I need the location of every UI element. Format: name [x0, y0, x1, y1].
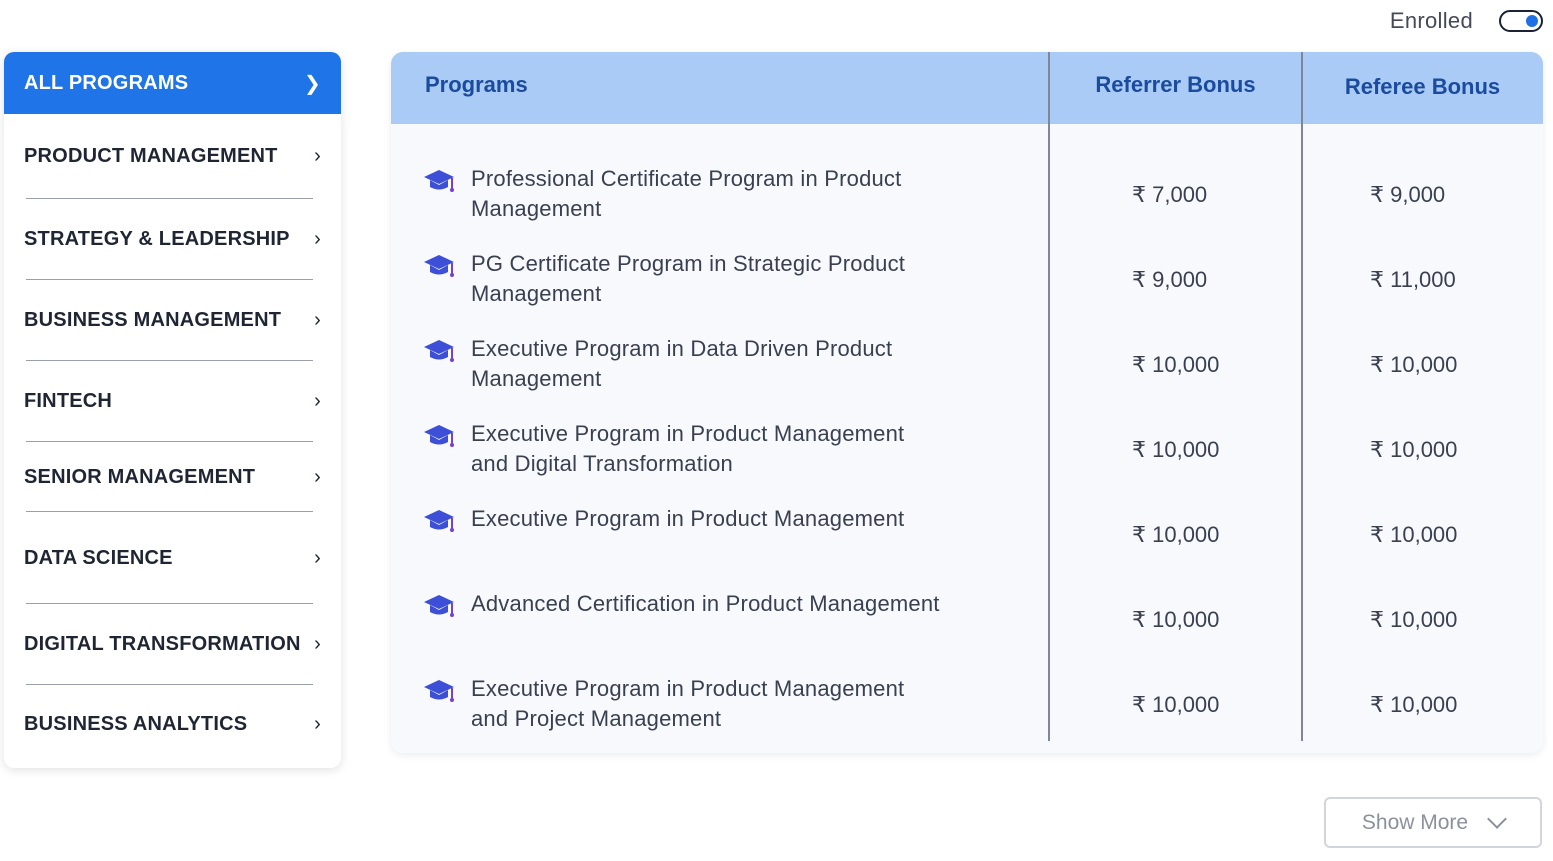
- chevron-down-icon: [1487, 808, 1508, 829]
- referee-bonus-value: ₹ 10,000: [1370, 522, 1458, 547]
- table-row: Executive Program in Product Management …: [391, 415, 1543, 500]
- chevron-right-icon: ›: [314, 228, 321, 250]
- referee-bonus-value: ₹ 10,000: [1370, 607, 1458, 632]
- table-row: Executive Program in Product Management …: [391, 670, 1543, 753]
- sidebar-item-digital-transformation[interactable]: DIGITAL TRANSFORMATION ›: [4, 604, 341, 685]
- program-name: Executive Program in Data Driven Product…: [471, 336, 893, 391]
- graduation-cap-icon: [424, 510, 454, 532]
- enrolled-filter: Enrolled: [1390, 8, 1543, 34]
- graduation-cap-icon: [424, 340, 454, 362]
- referral-bonus-table: Programs Referrer Bonus Referee Bonus Pr…: [391, 52, 1543, 753]
- graduation-cap-icon: [424, 595, 454, 617]
- referrer-bonus-value: ₹ 7,000: [1132, 182, 1208, 207]
- referee-bonus-value: ₹ 11,000: [1370, 267, 1456, 292]
- referee-bonus-value: ₹ 10,000: [1370, 692, 1458, 717]
- enrolled-toggle[interactable]: [1499, 10, 1543, 32]
- table-row: Executive Program in Product Management …: [391, 500, 1543, 585]
- sidebar-item-business-management[interactable]: BUSINESS MANAGEMENT ›: [4, 280, 341, 361]
- referee-bonus-value: ₹ 10,000: [1370, 437, 1458, 462]
- sidebar-item-label: STRATEGY & LEADERSHIP: [24, 228, 290, 250]
- program-name: PG Certificate Program in Strategic Prod…: [471, 251, 906, 306]
- table-row: Professional Certificate Program in Prod…: [391, 160, 1543, 245]
- program-name: Executive Program in Product Management …: [471, 676, 905, 731]
- referrer-bonus-value: ₹ 10,000: [1132, 692, 1220, 717]
- sidebar-item-label: PRODUCT MANAGEMENT: [24, 145, 278, 167]
- graduation-cap-icon: [424, 255, 454, 277]
- sidebar-item-label: BUSINESS MANAGEMENT: [24, 309, 282, 331]
- graduation-cap-icon: [424, 680, 454, 702]
- table-row: Executive Program in Data Driven Product…: [391, 330, 1543, 415]
- program-name: Professional Certificate Program in Prod…: [471, 166, 902, 221]
- chevron-right-icon: ❯: [304, 72, 321, 95]
- toggle-knob: [1526, 15, 1538, 27]
- sidebar-item-label: ALL PROGRAMS: [24, 71, 189, 94]
- graduation-cap-icon: [424, 170, 454, 192]
- chevron-right-icon: ›: [314, 390, 321, 412]
- chevron-right-icon: ›: [314, 546, 321, 569]
- program-category-sidebar: ALL PROGRAMS ❯ PRODUCT MANAGEMENT › STRA…: [4, 52, 341, 768]
- column-header-referrer-bonus: Referrer Bonus: [1095, 72, 1256, 97]
- referrer-bonus-value: ₹ 10,000: [1132, 352, 1220, 377]
- table-row: PG Certificate Program in Strategic Prod…: [391, 245, 1543, 330]
- graduation-cap-icon: [424, 425, 454, 447]
- referee-bonus-value: ₹ 10,000: [1370, 352, 1458, 377]
- table-body: Professional Certificate Program in Prod…: [391, 160, 1543, 753]
- referrer-bonus-value: ₹ 10,000: [1132, 607, 1220, 632]
- program-name: Executive Program in Product Management: [471, 506, 905, 531]
- sidebar-item-label: SENIOR MANAGEMENT: [24, 465, 256, 488]
- chevron-right-icon: ›: [314, 145, 321, 167]
- sidebar-item-strategy-leadership[interactable]: STRATEGY & LEADERSHIP ›: [4, 199, 341, 280]
- sidebar-item-all-programs[interactable]: ALL PROGRAMS ❯: [4, 52, 341, 114]
- enrolled-label: Enrolled: [1389, 8, 1473, 33]
- sidebar-item-senior-management[interactable]: SENIOR MANAGEMENT ›: [4, 442, 341, 512]
- sidebar-item-label: BUSINESS ANALYTICS: [24, 712, 248, 735]
- referrer-bonus-value: ₹ 9,000: [1132, 267, 1208, 292]
- sidebar-item-product-management[interactable]: PRODUCT MANAGEMENT ›: [4, 114, 341, 199]
- referrer-bonus-value: ₹ 10,000: [1132, 437, 1220, 462]
- chevron-right-icon: ›: [314, 633, 321, 655]
- show-more-button[interactable]: Show More: [1324, 797, 1542, 848]
- chevron-right-icon: ›: [314, 465, 321, 488]
- sidebar-item-business-analytics[interactable]: BUSINESS ANALYTICS ›: [4, 685, 341, 763]
- show-more-label: Show More: [1361, 810, 1469, 834]
- column-header-programs: Programs: [425, 72, 528, 97]
- sidebar-item-label: FINTECH: [24, 390, 113, 412]
- referrer-bonus-value: ₹ 10,000: [1132, 522, 1220, 547]
- sidebar-item-fintech[interactable]: FINTECH ›: [4, 361, 341, 442]
- sidebar-item-data-science[interactable]: DATA SCIENCE ›: [4, 512, 341, 604]
- column-header-referee-bonus: Referee Bonus: [1344, 74, 1501, 99]
- referee-bonus-value: ₹ 9,000: [1370, 182, 1446, 207]
- chevron-right-icon: ›: [314, 309, 321, 331]
- program-name: Advanced Certification in Product Manage…: [471, 591, 940, 616]
- chevron-right-icon: ›: [314, 712, 321, 735]
- table-header: Programs Referrer Bonus Referee Bonus: [391, 52, 1543, 124]
- sidebar-item-label: DIGITAL TRANSFORMATION: [24, 633, 301, 655]
- program-name: Executive Program in Product Management …: [471, 421, 905, 476]
- sidebar-item-label: DATA SCIENCE: [24, 546, 173, 569]
- table-row: Advanced Certification in Product Manage…: [391, 585, 1543, 670]
